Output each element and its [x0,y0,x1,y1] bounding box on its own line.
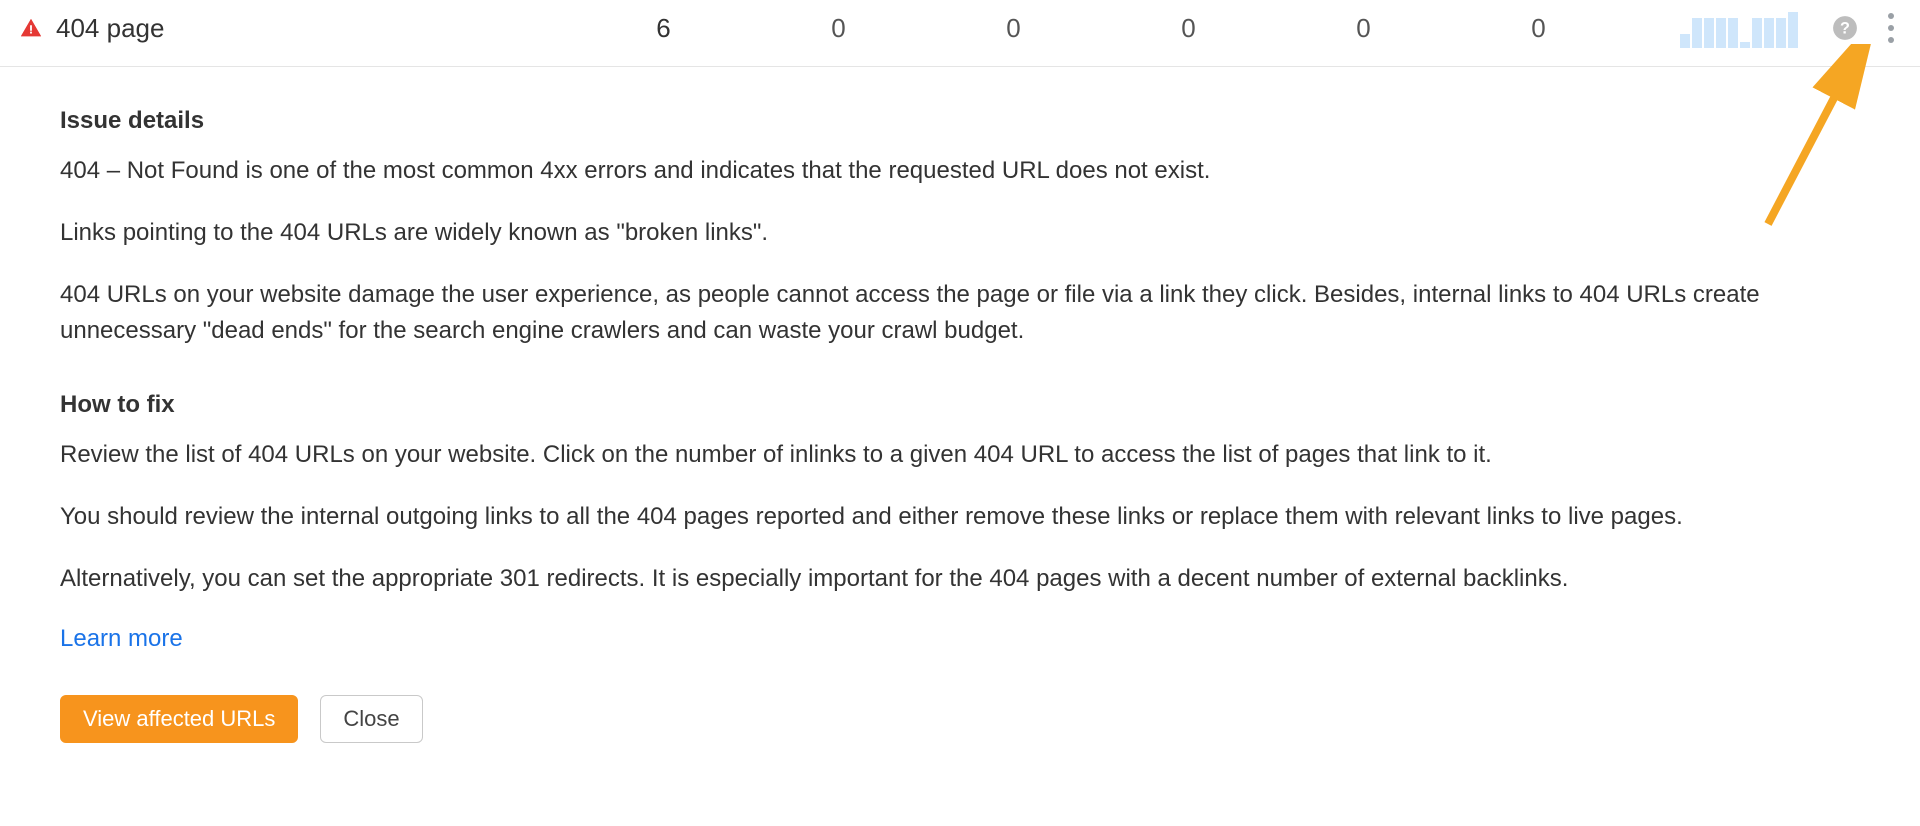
how-to-fix-heading: How to fix [60,391,1760,419]
sparkline-bar [1716,18,1726,48]
sparkline-bar [1764,18,1774,48]
how-to-fix-p2: You should review the internal outgoing … [60,499,1760,535]
how-to-fix-p3: Alternatively, you can set the appropria… [60,561,1760,597]
sparkline-bar [1704,18,1714,48]
learn-more-link[interactable]: Learn more [60,625,183,653]
sparkline-bar [1692,18,1702,48]
count-col-6[interactable]: 0 [1451,13,1626,44]
sparkline-bar [1752,18,1762,48]
action-buttons: View affected URLs Close [60,695,1760,743]
sparkline-bar [1788,12,1798,48]
close-button[interactable]: Close [320,695,422,743]
issue-details-p2: Links pointing to the 404 URLs are widel… [60,215,1760,251]
issue-row[interactable]: 404 page 6 0 0 0 0 0 ? [0,0,1920,67]
issue-details-p3: 404 URLs on your website damage the user… [60,277,1760,349]
sparkline-bar [1728,18,1738,48]
count-col-4[interactable]: 0 [1101,13,1276,44]
issue-details-panel: Issue details 404 – Not Found is one of … [0,67,1820,783]
help-icon[interactable]: ? [1832,15,1858,41]
issue-title: 404 page [56,13,576,44]
more-menu-icon[interactable] [1888,13,1894,43]
svg-text:?: ? [1840,19,1850,37]
warning-icon [20,17,42,39]
view-affected-urls-button[interactable]: View affected URLs [60,695,298,743]
sparkline-chart [1680,8,1810,48]
count-col-2[interactable]: 0 [751,13,926,44]
sparkline-bar [1680,34,1690,48]
count-col-3[interactable]: 0 [926,13,1101,44]
issue-details-p1: 404 – Not Found is one of the most commo… [60,153,1760,189]
count-col-1[interactable]: 6 [576,13,751,44]
sparkline-bar [1740,42,1750,48]
count-col-5[interactable]: 0 [1276,13,1451,44]
issue-details-heading: Issue details [60,107,1760,135]
how-to-fix-p1: Review the list of 404 URLs on your webs… [60,437,1760,473]
sparkline-bar [1776,18,1786,48]
